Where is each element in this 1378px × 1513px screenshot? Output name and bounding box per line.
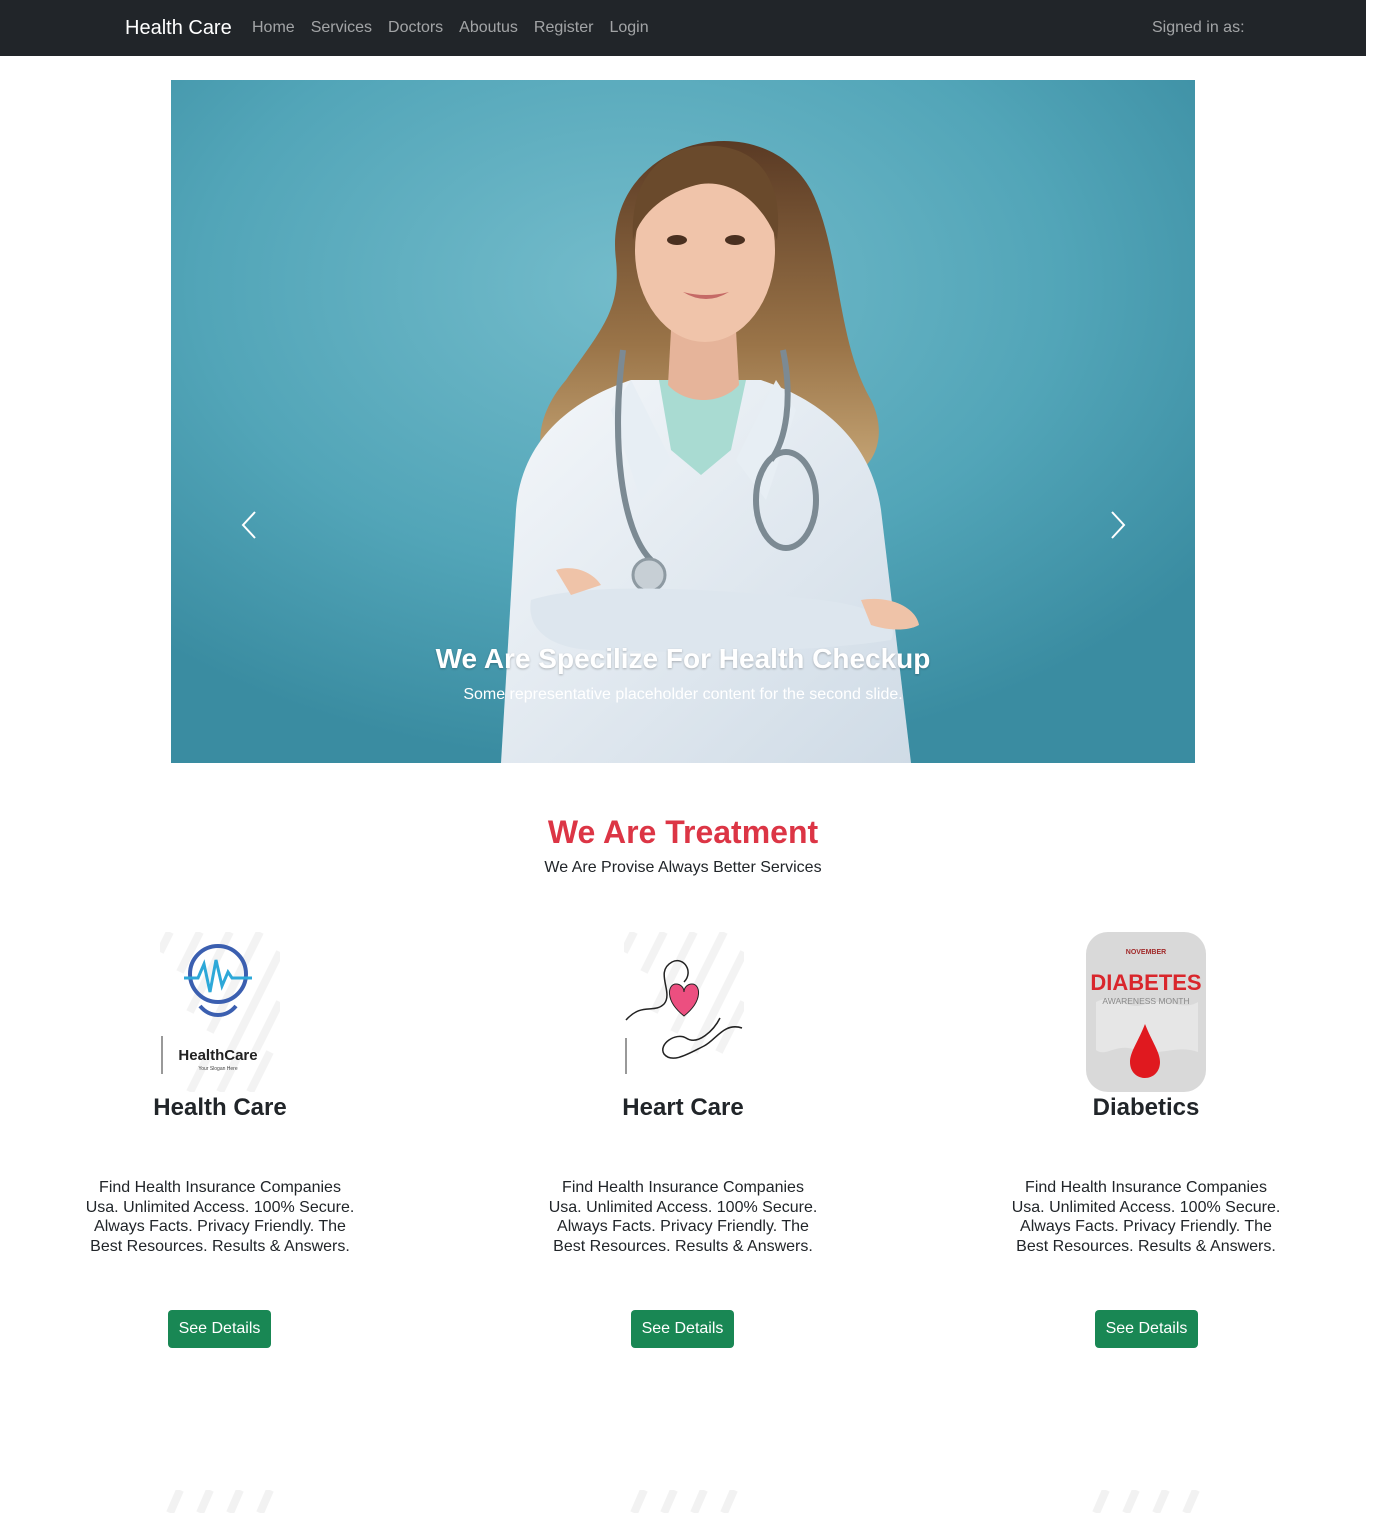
health-care-logo-text: HealthCare (178, 1047, 257, 1064)
next-card-image-partial (166, 1490, 274, 1513)
see-details-button[interactable]: See Details (168, 1310, 271, 1348)
carousel-caption-text: Some representative placeholder content … (463, 686, 903, 703)
carousel-prev-button[interactable] (237, 508, 261, 542)
brand-link[interactable]: Health Care (125, 16, 232, 40)
card-title: Health Care (153, 1094, 287, 1121)
navbar: Health Care Home Services Doctors Aboutu… (0, 0, 1366, 56)
see-details-button[interactable]: See Details (631, 1310, 734, 1348)
next-card-image-partial (1092, 1490, 1200, 1513)
section-title: We Are Treatment (547, 814, 819, 850)
heart-hands-icon (624, 932, 744, 1092)
chevron-right-icon (1111, 511, 1126, 539)
see-details-button[interactable]: See Details (1095, 1310, 1198, 1348)
nav-link-register[interactable]: Register (534, 18, 594, 38)
signed-in-text: Signed in as: (1152, 19, 1245, 36)
diabetes-badge-title: DIABETES (1090, 970, 1201, 995)
card-description: Find Health Insurance Companies Usa. Unl… (85, 1179, 355, 1255)
nav-link-login[interactable]: Login (609, 18, 648, 38)
diabetes-awareness-icon: NOVEMBER DIABETES AWARENESS MONTH (1086, 932, 1206, 1092)
nav-link-aboutus[interactable]: Aboutus (459, 18, 518, 38)
nav-link-services[interactable]: Services (311, 18, 372, 38)
chevron-left-icon (241, 511, 256, 539)
section-subtitle: We Are Provise Always Better Services (544, 859, 822, 876)
diabetes-badge-month: NOVEMBER (1126, 949, 1166, 956)
card-description: Find Health Insurance Companies Usa. Unl… (1011, 1179, 1281, 1255)
card-title: Diabetics (1092, 1094, 1200, 1121)
carousel-caption-title: We Are Specilize For Health Checkup (435, 643, 931, 674)
nav-link-doctors[interactable]: Doctors (388, 18, 443, 38)
card-description: Find Health Insurance Companies Usa. Unl… (548, 1179, 818, 1255)
nav-link-home[interactable]: Home (252, 18, 295, 38)
carousel-next-button[interactable] (1106, 508, 1130, 542)
diabetes-badge-sub: AWARENESS MONTH (1102, 996, 1189, 1006)
hero-carousel: We Are Specilize For Health Checkup Some… (171, 80, 1195, 763)
health-care-logo: HealthCare Your Slogan Here (160, 932, 280, 1092)
nav-links: Home Services Doctors Aboutus Register L… (252, 18, 649, 38)
health-care-logo-slogan: Your Slogan Here (198, 1066, 238, 1072)
card-title: Heart Care (622, 1094, 744, 1121)
next-card-image-partial (630, 1490, 738, 1513)
